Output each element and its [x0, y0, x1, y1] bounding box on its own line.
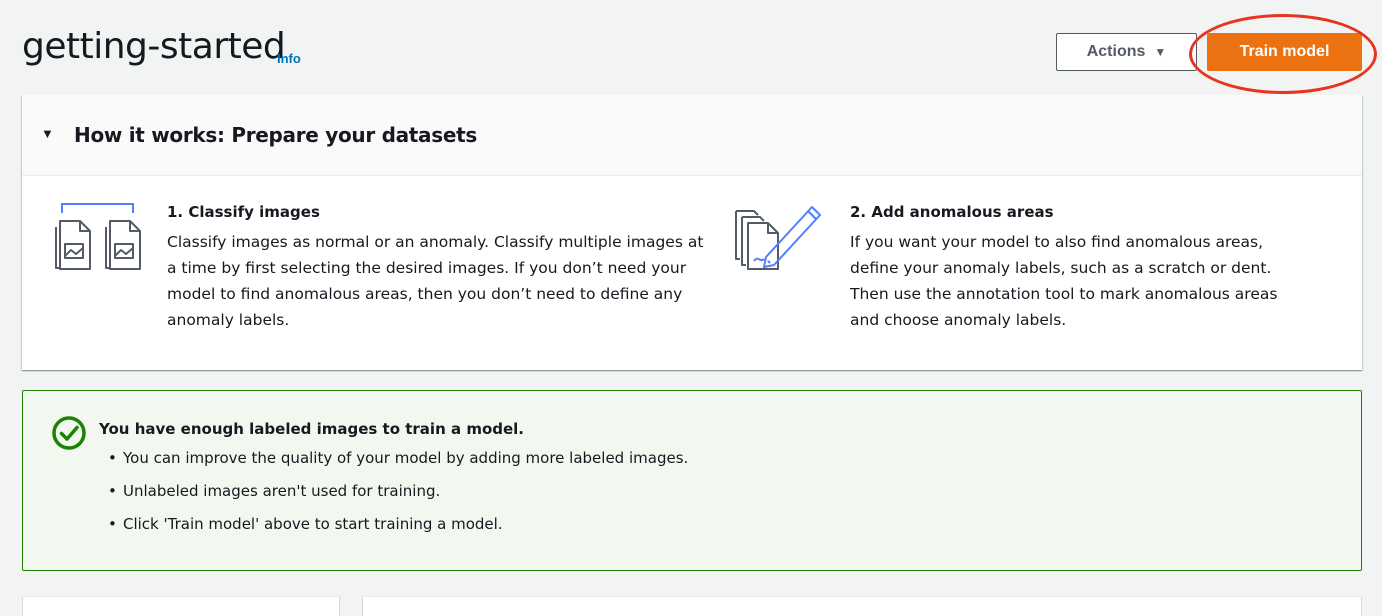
success-alert: You have enough labeled images to train … — [22, 390, 1362, 571]
alert-list-item: Unlabeled images aren't used for trainin… — [108, 482, 688, 515]
actions-label: Actions — [1086, 43, 1146, 60]
step-2-line: define your anomaly labels, such as a sc… — [850, 259, 1272, 277]
alert-list-item: Click 'Train model' above to start train… — [108, 515, 688, 548]
step-2-description: If you want your model to also find anom… — [850, 229, 1277, 333]
caret-down-icon: ▼ — [1154, 45, 1167, 59]
step-2-line: and choose anomaly labels. — [850, 311, 1067, 329]
caret-down-icon[interactable]: ▼ — [41, 126, 54, 141]
actions-dropdown-button[interactable]: Actions ▼ — [1056, 33, 1197, 71]
train-model-button[interactable]: Train model — [1207, 33, 1362, 71]
page-header: getting-started Info Actions ▼ Train mod… — [0, 0, 1382, 95]
alert-title: You have enough labeled images to train … — [99, 420, 525, 438]
how-it-works-title: How it works: Prepare your datasets — [74, 123, 477, 147]
bottom-right-panel — [362, 596, 1362, 616]
page-title: getting-started — [22, 26, 286, 67]
step-1-line: model to find anomalous areas, then you … — [167, 285, 683, 303]
info-link[interactable]: Info — [277, 51, 301, 66]
step-1-description: Classify images as normal or an anomaly.… — [167, 229, 703, 333]
train-model-label: Train model — [1239, 43, 1330, 60]
alert-list-item: You can improve the quality of your mode… — [108, 449, 688, 482]
classify-images-icon — [55, 203, 141, 270]
how-it-works-panel: ▼ How it works: Prepare your datasets 1.… — [22, 95, 1362, 370]
success-check-icon — [52, 416, 86, 450]
step-2-line: Then use the annotation tool to mark ano… — [850, 285, 1278, 303]
step-2-line: If you want your model to also find anom… — [850, 233, 1264, 251]
step-1-title: 1. Classify images — [167, 203, 320, 221]
step-2-title: 2. Add anomalous areas — [850, 203, 1054, 221]
step-1-line: a time by first selecting the desired im… — [167, 259, 687, 277]
step-1-line: Classify images as normal or an anomaly.… — [167, 233, 704, 251]
annotate-images-icon — [735, 206, 821, 270]
how-it-works-header[interactable]: ▼ How it works: Prepare your datasets — [22, 95, 1362, 176]
bottom-left-panel — [22, 596, 340, 616]
step-1-line: anomaly labels. — [167, 311, 290, 329]
alert-list: You can improve the quality of your mode… — [108, 449, 688, 548]
